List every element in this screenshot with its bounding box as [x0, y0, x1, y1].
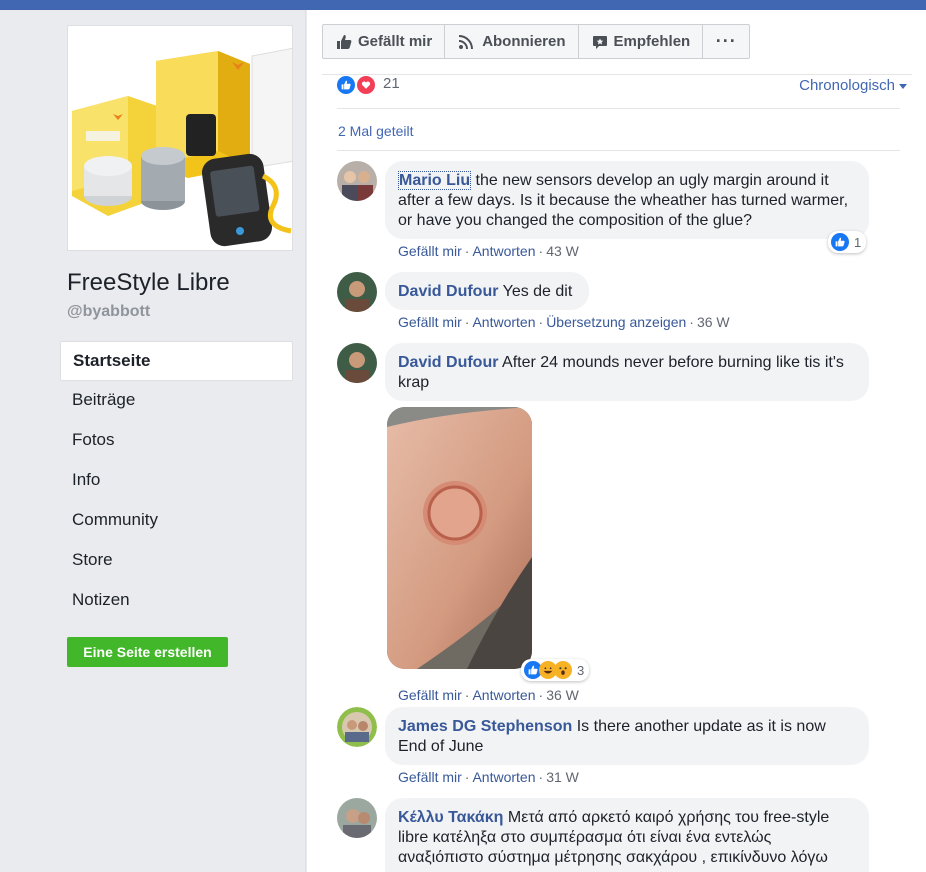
separator: ·	[464, 243, 470, 259]
more-button[interactable]: ···	[703, 25, 749, 58]
comment-text: Yes de dit	[498, 283, 573, 300]
comment: David Dufour After 24 mounds never befor…	[337, 343, 877, 703]
skin-irritation-photo	[387, 407, 532, 669]
translate-link[interactable]: Übersetzung anzeigen	[546, 314, 686, 330]
comment-bubble: Mario Liu the new sensors develop an ugl…	[385, 161, 869, 239]
page-sidebar: FreeStyle Libre @byabbott Startseite Bei…	[0, 10, 306, 872]
nav-item-startseite[interactable]: Startseite	[60, 341, 293, 381]
recommend-icon	[592, 35, 607, 49]
comment-author[interactable]: Mario Liu	[398, 171, 472, 190]
nav-item-info[interactable]: Info	[60, 461, 293, 501]
comment-bubble: David Dufour After 24 mounds never befor…	[385, 343, 869, 401]
comment-reaction-count: 1	[854, 234, 862, 250]
avatar[interactable]	[337, 272, 377, 312]
comment-bubble: Κέλλυ Τακάκη Μετά από αρκετό καιρό χρήση…	[385, 798, 869, 872]
comment-time[interactable]: 36 W	[697, 314, 730, 330]
love-reaction-icon[interactable]	[357, 76, 375, 94]
comment-bubble: David Dufour Yes de dit	[385, 272, 589, 310]
like-page-button[interactable]: Gefällt mir	[323, 25, 446, 58]
page-nav: Startseite Beiträge Fotos Info Community…	[60, 341, 293, 621]
comment-sort-dropdown[interactable]: Chronologisch	[799, 77, 907, 94]
separator: ·	[689, 314, 694, 330]
like-reaction-icon[interactable]	[337, 76, 355, 94]
profile-picture[interactable]	[67, 25, 293, 251]
nav-item-fotos[interactable]: Fotos	[60, 421, 293, 461]
comment-meta: Gefällt mir · Antworten · 43 W	[398, 243, 579, 259]
comment-time[interactable]: 36 W	[546, 687, 579, 703]
caret-down-icon	[899, 83, 907, 89]
nav-item-notizen[interactable]: Notizen	[60, 581, 293, 621]
comment: James DG Stephenson Is there another upd…	[337, 707, 877, 787]
thumbs-up-icon	[337, 34, 352, 49]
page-name[interactable]: FreeStyle Libre	[67, 269, 230, 297]
follow-button[interactable]: Abonnieren	[445, 25, 579, 58]
separator: ·	[538, 243, 544, 259]
comment-time[interactable]: 43 W	[546, 243, 579, 259]
avatar[interactable]	[337, 161, 377, 201]
reaction-count[interactable]: 21	[383, 75, 400, 92]
separator: ·	[464, 769, 470, 785]
page-handle[interactable]: @byabbott	[67, 303, 150, 321]
recommend-label: Empfehlen	[613, 33, 691, 50]
create-page-button[interactable]: Eine Seite erstellen	[67, 637, 228, 667]
nav-item-community[interactable]: Community	[60, 501, 293, 541]
comment-reply-link[interactable]: Antworten	[472, 243, 535, 259]
nav-item-beitraege[interactable]: Beiträge	[60, 381, 293, 421]
page-action-bar: Gefällt mir Abonnieren Empfehlen ···	[322, 24, 751, 59]
divider	[337, 108, 900, 109]
main-content: Gefällt mir Abonnieren Empfehlen ··· 21 …	[307, 10, 926, 872]
comment-time[interactable]: 31 W	[546, 769, 579, 785]
comment-like-link[interactable]: Gefällt mir	[398, 687, 462, 703]
comment-author[interactable]: David Dufour	[398, 283, 498, 300]
recommend-button[interactable]: Empfehlen	[579, 25, 704, 58]
comment-author[interactable]: James DG Stephenson	[398, 718, 572, 735]
comment-meta: Gefällt mir · Antworten · 36 W	[398, 687, 579, 703]
comment-meta: Gefällt mir · Antworten · 31 W	[398, 769, 579, 785]
separator: ·	[464, 687, 470, 703]
comment: Mario Liu the new sensors develop an ugl…	[337, 161, 877, 261]
divider	[337, 150, 900, 151]
wow-reaction-icon	[554, 661, 572, 679]
product-image	[68, 26, 292, 250]
comment-reply-link[interactable]: Antworten	[472, 314, 535, 330]
comment-reply-link[interactable]: Antworten	[472, 687, 535, 703]
avatar[interactable]	[337, 707, 377, 747]
comment: David Dufour Yes de dit Gefällt mir · Antw…	[337, 272, 877, 332]
follow-label: Abonnieren	[482, 33, 566, 50]
comment-reactions[interactable]: 3	[521, 659, 590, 681]
comment-bubble: James DG Stephenson Is there another upd…	[385, 707, 869, 765]
top-bar	[0, 0, 926, 10]
like-page-label: Gefällt mir	[358, 33, 433, 50]
like-reaction-icon	[831, 233, 849, 251]
comment-meta: Gefällt mir · Antworten · Übersetzung anzeig…	[398, 314, 730, 330]
comment-like-link[interactable]: Gefällt mir	[398, 314, 462, 330]
comment-author[interactable]: David Dufour	[398, 354, 498, 371]
avatar[interactable]	[337, 343, 377, 383]
separator: ·	[538, 314, 544, 330]
comment-reply-link[interactable]: Antworten	[472, 769, 535, 785]
comment-author[interactable]: Κέλλυ Τακάκη	[398, 809, 503, 826]
sort-label: Chronologisch	[799, 77, 895, 94]
separator: ·	[464, 314, 470, 330]
comment-like-link[interactable]: Gefällt mir	[398, 769, 462, 785]
share-count-link[interactable]: 2 Mal geteilt	[338, 123, 413, 139]
nav-item-store[interactable]: Store	[60, 541, 293, 581]
avatar[interactable]	[337, 798, 377, 838]
comment-photo[interactable]	[387, 407, 532, 669]
rss-icon	[459, 34, 474, 49]
separator: ·	[538, 687, 544, 703]
comment-like-link[interactable]: Gefällt mir	[398, 243, 462, 259]
comment-reaction-count: 3	[577, 662, 585, 678]
separator: ·	[538, 769, 544, 785]
comment-reactions[interactable]: 1	[828, 231, 867, 253]
post-reactions-row: 21 Chronologisch	[337, 74, 907, 104]
comment: Κέλλυ Τακάκη Μετά από αρκετό καιρό χρήση…	[337, 798, 877, 872]
